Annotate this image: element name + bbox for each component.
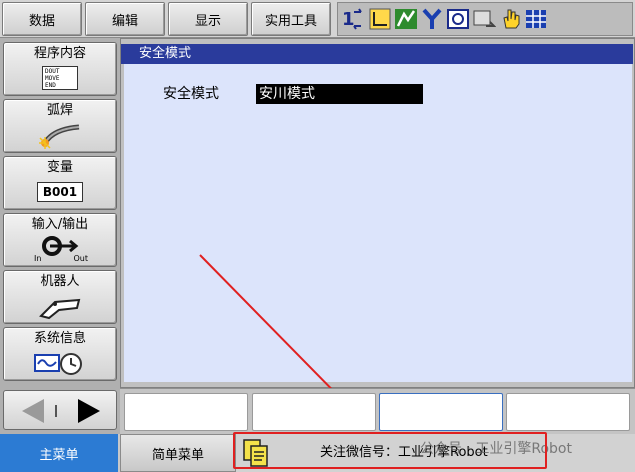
content-area <box>124 64 632 382</box>
page-navigation <box>3 390 117 430</box>
sidebar-item-label: 程序内容 <box>33 46 86 61</box>
page-title: 安全模式 <box>121 44 633 64</box>
status-icon-strip: 1 <box>337 2 633 36</box>
menu-data-button[interactable]: 数据 <box>2 2 82 36</box>
function-key-1[interactable] <box>124 393 248 431</box>
annotation-highlight-box <box>233 432 547 469</box>
menu-display-button[interactable]: 显示 <box>168 2 248 36</box>
function-key-2[interactable] <box>252 393 376 431</box>
previous-page-icon[interactable] <box>22 399 44 423</box>
sidebar-item-robot[interactable]: 机器人 <box>3 270 117 324</box>
sidebar-item-label: 输入/输出 <box>31 217 89 232</box>
sidebar-item-label: 变量 <box>46 160 73 175</box>
coordinate-icon <box>368 6 392 32</box>
function-key-row <box>120 388 635 434</box>
safety-mode-label: 安全模式 <box>163 86 219 102</box>
menu-utility-button[interactable]: 实用工具 <box>251 2 331 36</box>
arc-weld-icon <box>35 121 85 149</box>
screen-icon <box>472 6 496 32</box>
function-key-4[interactable] <box>506 393 630 431</box>
menu-edit-button[interactable]: 编辑 <box>85 2 165 36</box>
next-page-icon[interactable] <box>78 399 100 423</box>
camera-icon <box>446 6 470 32</box>
sidebar-item-label: 机器人 <box>40 274 80 289</box>
hand-icon <box>498 6 522 32</box>
main-menu-button[interactable]: 主菜单 <box>0 434 118 472</box>
robot-arm-icon <box>35 292 85 320</box>
simple-menu-button[interactable]: 简单菜单 <box>120 434 236 472</box>
io-icon: In Out <box>30 235 90 263</box>
system-info-icon <box>33 349 87 377</box>
sidebar-item-variable[interactable]: 变量 B001 <box>3 156 117 210</box>
svg-text:1: 1 <box>342 9 355 30</box>
sidebar-item-system-info[interactable]: 系统信息 <box>3 327 117 381</box>
function-key-3[interactable] <box>379 393 503 431</box>
y-icon <box>420 6 444 32</box>
grid-icon <box>524 6 548 32</box>
sidebar-item-program-content[interactable]: 程序内容 DOUT MOVE END <box>3 42 117 96</box>
program-doc-icon: DOUT MOVE END <box>42 64 78 92</box>
top-menu-bar: 数据 编辑 显示 实用工具 1 <box>0 0 635 38</box>
safety-mode-value-field[interactable]: 安川模式 <box>256 84 423 104</box>
variable-icon: B001 <box>36 178 84 206</box>
tool-icon <box>394 6 418 32</box>
sidebar-item-label: 系统信息 <box>33 331 86 346</box>
sidebar: 程序内容 DOUT MOVE END 弧焊 变量 B001 输入/输出 In O… <box>0 38 120 434</box>
sidebar-item-input-output[interactable]: 输入/输出 In Out <box>3 213 117 267</box>
sidebar-item-arc-weld[interactable]: 弧焊 <box>3 99 117 153</box>
s-axis-icon: 1 <box>341 6 365 32</box>
sidebar-item-label: 弧焊 <box>46 103 73 118</box>
